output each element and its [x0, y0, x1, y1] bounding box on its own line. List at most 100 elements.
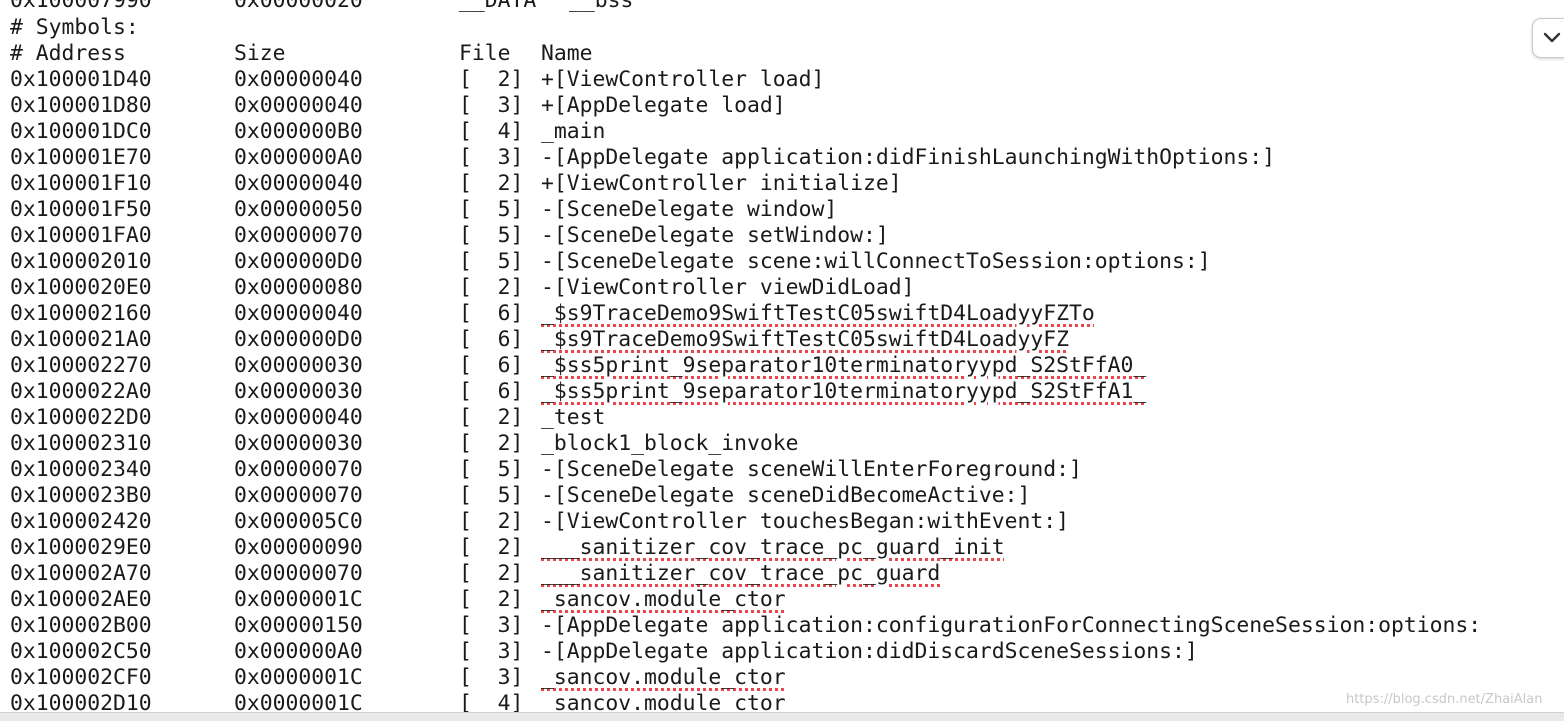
symbol-file: [ 6]	[459, 379, 524, 404]
symbol-row: 0x100002D10 0x0000001C [ 4] _sancov.module_…	[0, 691, 1564, 712]
symbol-file: [ 2]	[459, 431, 524, 456]
symbol-size: 0x000000A0	[234, 639, 363, 664]
symbol-address: 0x100002D10	[10, 691, 152, 712]
symbol-file: [ 2]	[459, 535, 524, 560]
text-editor[interactable]: 0x100007990 0x00000020 __DATA __bss # Sy…	[0, 0, 1564, 712]
symbol-address: 0x100001E70	[10, 145, 152, 170]
symbol-size: 0x000000D0	[234, 327, 363, 352]
symbol-address: 0x100002340	[10, 457, 152, 482]
dropdown-button[interactable]	[1532, 18, 1564, 58]
symbol-address: 0x100002B00	[10, 613, 152, 638]
symbol-name: _sancov.module_ctor	[541, 587, 786, 612]
symbol-name: -[AppDelegate application:didFinishLaunc…	[541, 145, 1276, 170]
symbol-file: [ 5]	[459, 223, 524, 248]
symbol-row: 0x100001D40 0x00000040 [ 2] +[ViewControlle…	[0, 67, 1564, 93]
symbol-address: 0x100002AE0	[10, 587, 152, 612]
symbol-address: 0x1000023B0	[10, 483, 152, 508]
symbol-name: _$ss5print_9separator10terminatoryypd_S2…	[541, 379, 1147, 404]
symbol-address: 0x1000020E0	[10, 275, 152, 300]
symbol-name: -[SceneDelegate window]	[541, 197, 838, 222]
symbol-name: ___sanitizer_cov_trace_pc_guard_init	[541, 535, 1005, 560]
symbol-name: -[SceneDelegate setWindow:]	[541, 223, 889, 248]
symbol-file: [ 2]	[459, 587, 524, 612]
symbol-file: [ 4]	[459, 691, 524, 712]
symbol-address: 0x100002A70	[10, 561, 152, 586]
symbol-file: [ 3]	[459, 639, 524, 664]
symbol-row: 0x1000022D0 0x00000040 [ 2] _test	[0, 405, 1564, 431]
symbol-size: 0x000000D0	[234, 249, 363, 274]
symbol-name: _block1_block_invoke	[541, 431, 799, 456]
symbol-row: 0x1000029E0 0x00000090 [ 2] ___sanitizer_co…	[0, 535, 1564, 561]
symbol-name: -[SceneDelegate scene:willConnectToSessi…	[541, 249, 1211, 274]
symbol-size: 0x00000040	[234, 301, 363, 326]
symbol-file: [ 2]	[459, 561, 524, 586]
symbol-name: _sancov.module_ctor	[541, 691, 786, 712]
chevron-down-icon	[1543, 32, 1561, 43]
symbol-row: 0x100001F50 0x00000050 [ 5] -[SceneDelegate…	[0, 197, 1564, 223]
symbol-row: 0x100002A70 0x00000070 [ 2] ___sanitizer_co…	[0, 561, 1564, 587]
symbol-file: [ 6]	[459, 353, 524, 378]
symbol-row: 0x1000021A0 0x000000D0 [ 6] _$s9TraceDemo9S…	[0, 327, 1564, 353]
symbol-name: -[AppDelegate application:configurationF…	[541, 613, 1482, 638]
symbol-name: -[ViewController viewDidLoad]	[541, 275, 915, 300]
symbol-file: [ 4]	[459, 119, 524, 144]
symbol-row: 0x100001D80 0x00000040 [ 3] +[AppDelegate l…	[0, 93, 1564, 119]
symbol-file: [ 3]	[459, 665, 524, 690]
symbol-address: 0x1000022A0	[10, 379, 152, 404]
symbol-name: ___sanitizer_cov_trace_pc_guard	[541, 561, 941, 586]
symbol-address: 0x100001D80	[10, 93, 152, 118]
symbol-file: [ 2]	[459, 405, 524, 430]
symbol-address: 0x100002CF0	[10, 665, 152, 690]
symbol-file: [ 6]	[459, 301, 524, 326]
symbol-name: -[SceneDelegate sceneWillEnterForeground…	[541, 457, 1082, 482]
symbol-row: 0x1000023B0 0x00000070 [ 5] -[SceneDelegate…	[0, 483, 1564, 509]
symbol-name: _main	[541, 119, 606, 144]
symbol-size: 0x000000B0	[234, 119, 363, 144]
column-name: Name	[541, 41, 593, 66]
symbol-size: 0x00000070	[234, 457, 363, 482]
symbol-size: 0x0000001C	[234, 587, 363, 612]
column-size: Size	[234, 41, 286, 66]
symbol-file: [ 5]	[459, 483, 524, 508]
symbol-row: 0x100001F10 0x00000040 [ 2] +[ViewControlle…	[0, 171, 1564, 197]
symbol-size: 0x00000040	[234, 405, 363, 430]
symbol-row: 0x100002CF0 0x0000001C [ 3] _sancov.module_…	[0, 665, 1564, 691]
symbol-name: +[AppDelegate load]	[541, 93, 786, 118]
symbol-row: 0x100002B00 0x00000150 [ 3] -[AppDelegate a…	[0, 613, 1564, 639]
symbol-size: 0x00000030	[234, 431, 363, 456]
symbol-row: 0x1000022A0 0x00000030 [ 6] _$ss5print_9sep…	[0, 379, 1564, 405]
watermark: https://blog.csdn.net/ZhaiAlan	[1346, 692, 1543, 707]
symbol-row: 0x100002420 0x000005C0 [ 2] -[ViewControlle…	[0, 509, 1564, 535]
column-address: # Address	[10, 41, 126, 66]
symbol-file: [ 3]	[459, 145, 524, 170]
symbol-address: 0x100002420	[10, 509, 152, 534]
header-segment: __DATA	[459, 0, 537, 13]
symbol-name: _test	[541, 405, 606, 430]
symbol-size: 0x00000030	[234, 379, 363, 404]
symbol-size: 0x00000080	[234, 275, 363, 300]
symbol-row: 0x1000020E0 0x00000080 [ 2] -[ViewControlle…	[0, 275, 1564, 301]
symbol-address: 0x1000021A0	[10, 327, 152, 352]
symbol-row: 0x100002270 0x00000030 [ 6] _$ss5print_9sep…	[0, 353, 1564, 379]
symbol-name: _$s9TraceDemo9SwiftTestC05swiftD4LoadyyF…	[541, 327, 1070, 352]
header-addr: 0x100007990	[10, 0, 152, 13]
symbol-row: 0x100002310 0x00000030 [ 2] _block1_block_i…	[0, 431, 1564, 457]
symbol-address: 0x100001F50	[10, 197, 152, 222]
symbol-size: 0x00000030	[234, 353, 363, 378]
symbol-row: 0x100002C50 0x000000A0 [ 3] -[AppDelegate a…	[0, 639, 1564, 665]
symbol-size: 0x000000A0	[234, 145, 363, 170]
symbol-address: 0x1000029E0	[10, 535, 152, 560]
symbol-file: [ 2]	[459, 275, 524, 300]
symbol-address: 0x100002C50	[10, 639, 152, 664]
symbol-address: 0x1000022D0	[10, 405, 152, 430]
symbol-address: 0x100002310	[10, 431, 152, 456]
symbol-name: _sancov.module_ctor	[541, 665, 786, 690]
symbol-name: -[SceneDelegate sceneDidBecomeActive:]	[541, 483, 1031, 508]
symbol-name: _$ss5print_9separator10terminatoryypd_S2…	[541, 353, 1147, 378]
symbol-name: +[ViewController load]	[541, 67, 825, 92]
symbol-row: 0x100001E70 0x000000A0 [ 3] -[AppDelegate a…	[0, 145, 1564, 171]
symbol-size: 0x00000150	[234, 613, 363, 638]
symbol-size: 0x00000040	[234, 171, 363, 196]
symbol-name: -[AppDelegate application:didDiscardScen…	[541, 639, 1198, 664]
symbol-file: [ 2]	[459, 67, 524, 92]
